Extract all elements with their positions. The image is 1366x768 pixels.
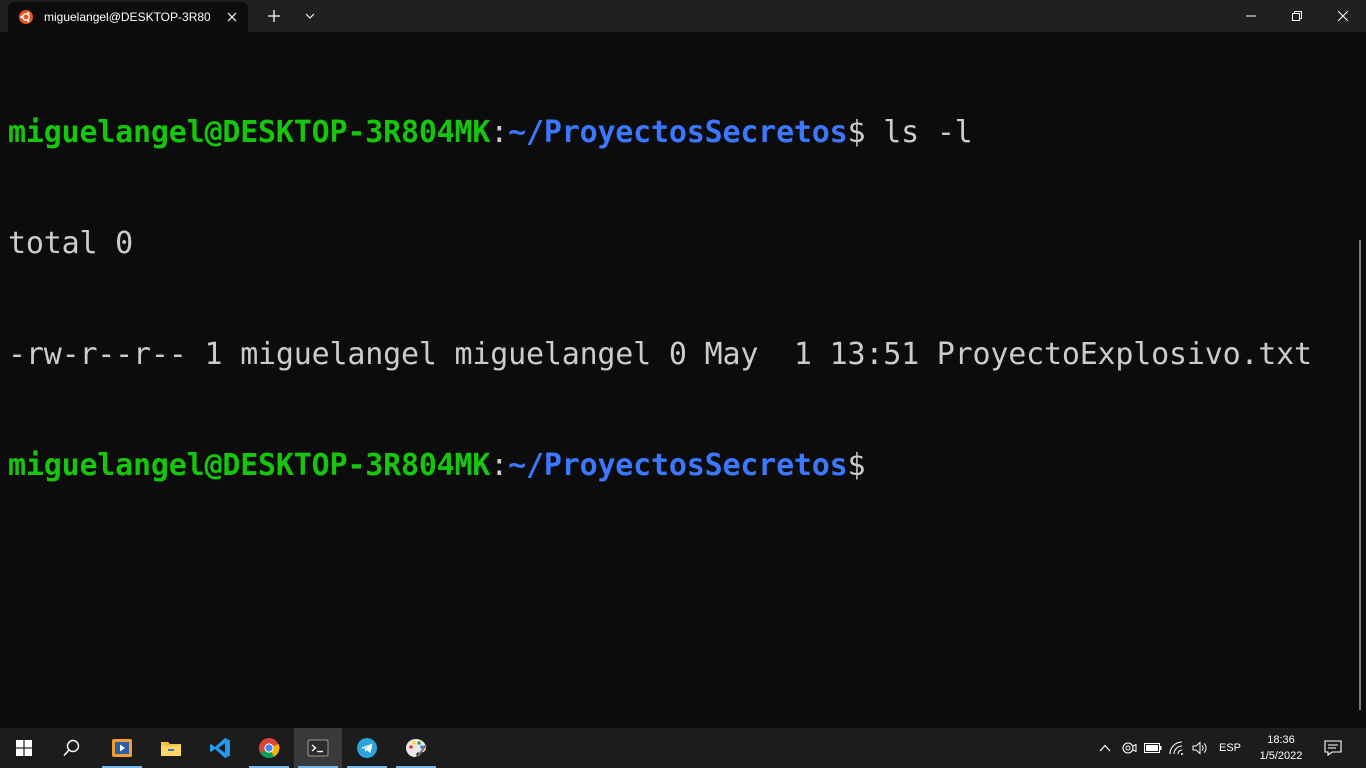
output-line: -rw-r--r-- 1 miguelangel miguelangel 0 M…: [8, 337, 1312, 372]
prompt-separator: :: [490, 448, 509, 483]
taskbar-telegram[interactable]: [343, 728, 391, 768]
close-button[interactable]: [1320, 0, 1366, 32]
wifi-icon: [1169, 741, 1183, 755]
tray-language[interactable]: ESP: [1214, 728, 1246, 768]
notifications-button[interactable]: [1318, 728, 1348, 768]
chrome-icon: [259, 738, 280, 759]
volume-icon: [1192, 741, 1207, 755]
chevron-down-icon[interactable]: [300, 6, 320, 26]
prompt-symbol: $: [847, 448, 866, 483]
prompt-line: miguelangel@DESKTOP-3R804MK:~/ProyectosS…: [8, 114, 1366, 151]
tray-battery[interactable]: [1142, 728, 1164, 768]
ubuntu-icon: [18, 9, 34, 25]
prompt-path: ~/ProyectosSecretos: [508, 448, 848, 483]
title-bar: miguelangel@DESKTOP-3R804MK: ~/Proyectos…: [0, 0, 1366, 32]
taskbar: ESP 18:36 1/5/2022: [0, 728, 1366, 768]
taskbar-media-player[interactable]: [98, 728, 146, 768]
start-button[interactable]: [0, 728, 48, 768]
maximize-button[interactable]: [1274, 0, 1320, 32]
notifications-icon: [1324, 740, 1342, 756]
tab-close-icon[interactable]: [224, 9, 240, 25]
search-icon: [63, 739, 80, 757]
search-button[interactable]: [48, 728, 96, 768]
tab-terminal[interactable]: miguelangel@DESKTOP-3R804MK: ~/Proyectos…: [8, 2, 248, 32]
scrollbar[interactable]: [1359, 240, 1361, 710]
language-indicator: ESP: [1218, 742, 1241, 754]
prompt-path: ~/ProyectosSecretos: [508, 115, 848, 150]
taskbar-file-explorer[interactable]: [147, 728, 195, 768]
telegram-icon: [357, 738, 377, 758]
tray-wifi[interactable]: [1166, 728, 1188, 768]
media-player-icon: [112, 739, 132, 757]
battery-icon: [1144, 743, 1162, 753]
chevron-up-icon: [1099, 744, 1111, 752]
clock[interactable]: 18:36 1/5/2022: [1250, 732, 1312, 764]
camera-icon: [1122, 742, 1137, 754]
tray-volume[interactable]: [1189, 728, 1211, 768]
command-text: $ ls -l: [847, 115, 973, 150]
prompt-line: miguelangel@DESKTOP-3R804MK:~/ProyectosS…: [8, 447, 1366, 484]
output-line: total 0: [8, 226, 134, 261]
clock-time: 18:36: [1267, 734, 1295, 746]
paint-icon: [406, 739, 427, 757]
windows-start-icon: [16, 740, 32, 756]
taskbar-chrome[interactable]: [245, 728, 293, 768]
terminal-output[interactable]: miguelangel@DESKTOP-3R804MK:~/ProyectosS…: [0, 32, 1366, 728]
taskbar-terminal[interactable]: [294, 728, 342, 768]
prompt-user: miguelangel@DESKTOP-3R804MK: [8, 115, 491, 150]
prompt-separator: :: [490, 115, 509, 150]
file-explorer-icon: [161, 742, 181, 756]
minimize-icon: [1246, 15, 1256, 17]
minimize-button[interactable]: [1228, 0, 1274, 32]
taskbar-paint[interactable]: [392, 728, 440, 768]
vscode-icon: [210, 738, 230, 758]
clock-date: 1/5/2022: [1259, 750, 1303, 762]
taskbar-vscode[interactable]: [196, 728, 244, 768]
prompt-user: miguelangel@DESKTOP-3R804MK: [8, 448, 491, 483]
tab-title: miguelangel@DESKTOP-3R804MK: ~/Proyectos…: [44, 10, 210, 24]
new-tab-button[interactable]: [263, 6, 285, 26]
close-icon: [1338, 11, 1348, 21]
tray-camera[interactable]: [1118, 728, 1140, 768]
show-hidden-icons-button[interactable]: [1094, 728, 1116, 768]
terminal-icon: [307, 739, 329, 757]
maximize-icon: [1292, 11, 1302, 21]
